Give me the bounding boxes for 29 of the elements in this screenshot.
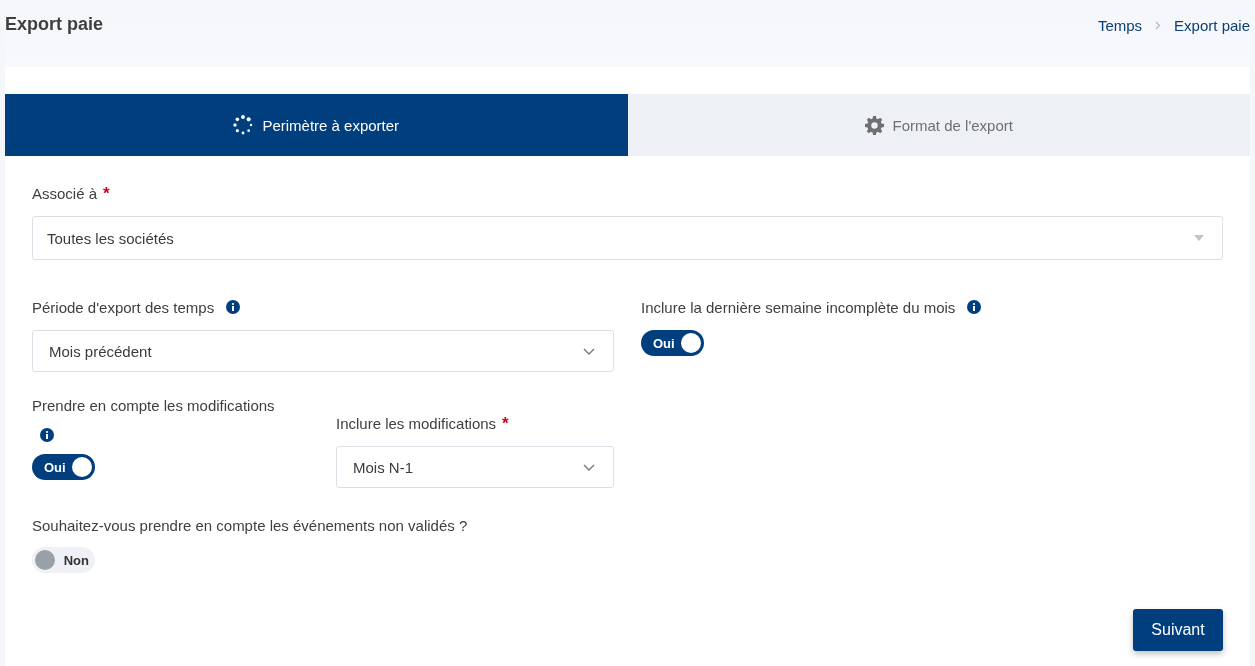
field-label: Prendre en compte les modifications: [32, 397, 275, 414]
next-button[interactable]: Suivant: [1133, 609, 1223, 651]
step-tab[interactable]: Format de l'export: [627, 94, 1250, 156]
info-icon[interactable]: [967, 300, 982, 314]
settings-icon: [864, 115, 884, 135]
dropdown-field[interactable]: Mois précédent: [32, 330, 614, 372]
field-label: Souhaitez-vous prendre en compte les événements non validés ?: [32, 516, 468, 534]
loading-dots-icon: [233, 115, 254, 135]
required-asterisk: *: [502, 414, 509, 432]
field-label: Inclure la dernière semaine incomplète du mois: [641, 298, 956, 316]
chevron-right-icon: [1155, 21, 1162, 30]
dropdown-field[interactable]: Mois N-1: [336, 446, 614, 488]
toggle-switch[interactable]: Oui: [32, 454, 95, 480]
info-icon[interactable]: [40, 428, 54, 442]
chevron-down-icon: [583, 463, 595, 471]
breadcrumb-link[interactable]: Export paie: [1174, 17, 1250, 34]
field-label: Période d'export des temps: [32, 298, 215, 316]
step-tab[interactable]: Perimètre à exporter: [5, 94, 628, 156]
required-asterisk: *: [103, 184, 110, 202]
breadcrumb-link[interactable]: Temps: [1097, 17, 1143, 34]
toggle-switch[interactable]: Oui: [641, 330, 704, 356]
page-title: Export paie: [5, 14, 104, 35]
dropdown-field[interactable]: Toutes les sociétés: [32, 216, 1223, 260]
field-label: Associé à: [32, 184, 98, 202]
toggle-switch[interactable]: Non: [32, 547, 95, 573]
caret-icon: [1194, 235, 1204, 241]
chevron-down-icon: [583, 347, 595, 355]
info-icon[interactable]: [226, 300, 241, 314]
field-label: Inclure les modifications: [336, 414, 497, 432]
